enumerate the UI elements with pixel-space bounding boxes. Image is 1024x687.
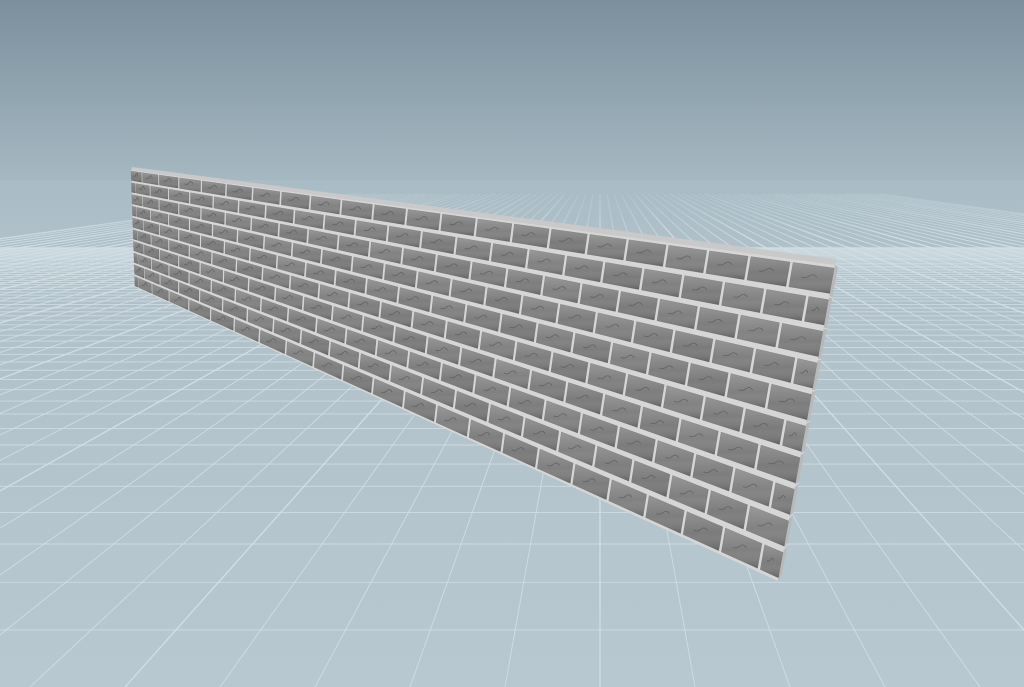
brick bbox=[132, 206, 137, 217]
brick bbox=[130, 170, 142, 183]
brick bbox=[132, 229, 138, 241]
brick bbox=[131, 182, 136, 194]
3d-viewport[interactable] bbox=[0, 0, 1024, 687]
sky-background bbox=[0, 0, 1024, 195]
viewport-scene[interactable] bbox=[0, 0, 1024, 687]
brick bbox=[134, 276, 139, 288]
brick bbox=[133, 252, 138, 265]
